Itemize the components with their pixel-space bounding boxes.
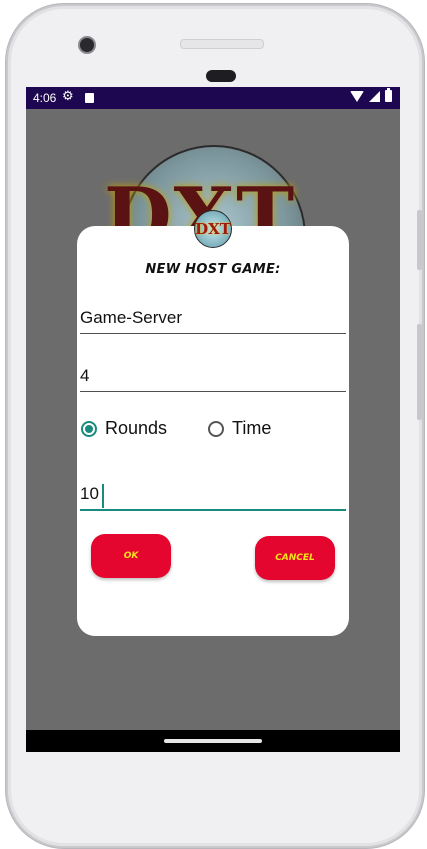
status-bar: 4:06 ⚙ (26, 87, 400, 109)
settings-gear-icon: ⚙ (62, 89, 74, 104)
cancel-button[interactable]: CANCEL (255, 536, 335, 580)
players-input[interactable] (80, 360, 346, 392)
radio-rounds-circle[interactable] (81, 420, 97, 437)
earpiece-grille (180, 39, 264, 49)
server-name-input[interactable] (80, 302, 346, 334)
status-time: 4:06 (33, 91, 57, 105)
dialog-logo-icon: DXT (194, 210, 232, 248)
radio-time[interactable]: Time (208, 418, 271, 439)
radio-time-circle[interactable] (208, 420, 224, 437)
radio-selected-dot (85, 424, 93, 433)
power-button (417, 324, 422, 420)
ok-button[interactable]: OK (91, 534, 171, 578)
navigation-bar (26, 730, 400, 752)
battery-icon (385, 88, 392, 102)
wifi-icon (350, 90, 364, 102)
sd-card-icon (85, 93, 94, 103)
dialog-title: NEW HOST GAME: (145, 262, 281, 277)
host-game-dialog: NEW HOST GAME: Rounds Time OK CANCEL (77, 226, 349, 636)
signal-icon (369, 90, 380, 102)
mode-radio-group: Rounds Time (81, 418, 347, 444)
home-gesture-pill[interactable] (164, 739, 262, 743)
text-cursor (102, 484, 104, 508)
radio-rounds[interactable]: Rounds (81, 418, 167, 439)
radio-rounds-label: Rounds (105, 418, 168, 438)
front-camera (78, 36, 96, 54)
volume-button (417, 210, 422, 270)
radio-time-label: Time (232, 418, 272, 438)
status-right-icons (350, 88, 392, 102)
rounds-count-input[interactable] (80, 479, 346, 511)
earpiece-speaker (206, 70, 236, 82)
